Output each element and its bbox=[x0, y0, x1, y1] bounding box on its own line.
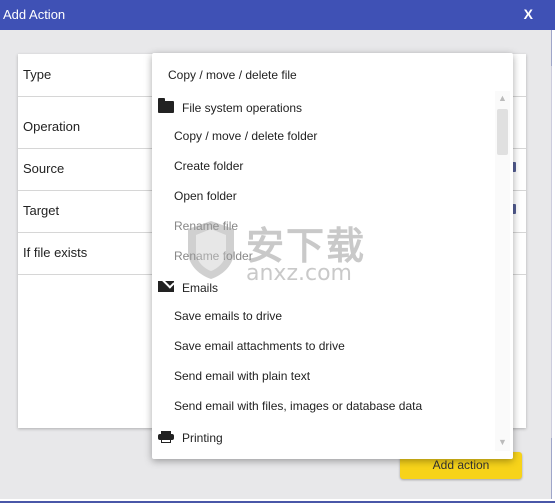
target-label: Target bbox=[23, 203, 60, 218]
dropdown-selected-value[interactable]: Copy / move / delete file bbox=[168, 68, 297, 82]
folder-icon bbox=[158, 98, 174, 113]
type-dropdown[interactable]: Copy / move / delete file File system op… bbox=[152, 53, 513, 459]
scroll-down-arrow-icon[interactable]: ▼ bbox=[495, 437, 510, 449]
option-copy-move-delete-folder[interactable]: Copy / move / delete folder bbox=[174, 129, 317, 149]
title-bar: Add Action X bbox=[0, 0, 555, 30]
operation-label: Operation bbox=[23, 119, 81, 134]
if-file-exists-label: If file exists bbox=[23, 245, 88, 260]
option-create-folder[interactable]: Create folder bbox=[174, 159, 243, 179]
option-save-email-attachments[interactable]: Save email attachments to drive bbox=[174, 339, 345, 359]
scroll-thumb[interactable] bbox=[497, 109, 508, 155]
option-save-emails-to-drive[interactable]: Save emails to drive bbox=[174, 309, 282, 329]
source-label: Source bbox=[23, 161, 65, 176]
option-send-email-plain-text[interactable]: Send email with plain text bbox=[174, 369, 310, 389]
option-rename-file[interactable]: Rename file bbox=[174, 219, 238, 239]
option-rename-folder[interactable]: Rename folder bbox=[174, 249, 253, 269]
type-label: Type bbox=[23, 67, 52, 82]
option-open-folder[interactable]: Open folder bbox=[174, 189, 237, 209]
background-window-edge bbox=[551, 66, 555, 438]
scroll-up-arrow-icon[interactable]: ▲ bbox=[495, 93, 510, 105]
option-send-email-with-files[interactable]: Send email with files, images or databas… bbox=[174, 399, 422, 419]
window-title: Add Action bbox=[3, 7, 66, 22]
close-button[interactable]: X bbox=[524, 6, 533, 22]
email-icon bbox=[158, 281, 174, 292]
dropdown-scrollbar[interactable]: ▲ ▼ bbox=[495, 91, 510, 451]
printer-icon bbox=[158, 431, 174, 443]
dropdown-list: File system operations Copy / move / del… bbox=[152, 91, 494, 451]
